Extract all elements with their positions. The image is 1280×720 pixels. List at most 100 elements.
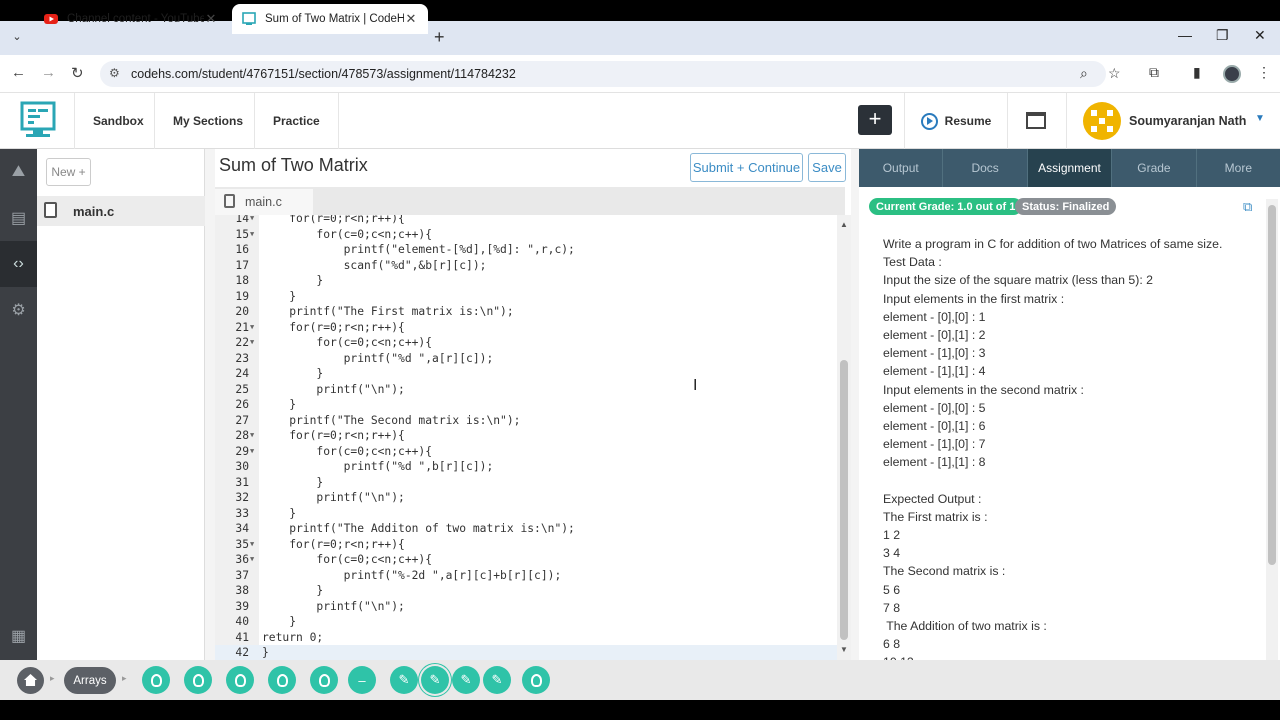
code-line[interactable]: 41 return 0; (215, 630, 837, 646)
assignment-scrollbar[interactable] (1266, 199, 1278, 660)
code-line[interactable]: 32 printf("\n"); (215, 490, 837, 506)
nav-my-sections[interactable]: My Sections (154, 93, 261, 149)
create-plus-button[interactable]: + (858, 105, 892, 135)
restore-icon[interactable]: ❐ (1216, 27, 1229, 44)
code-line[interactable]: 16 printf("element-[%d],[%d]: ",r,c); (215, 242, 837, 258)
site-settings-icon[interactable]: ⚙ (109, 66, 120, 80)
code-line[interactable]: 19 } (215, 289, 837, 305)
bookmark-star-icon[interactable]: ☆ (1108, 65, 1121, 82)
file-item-main-c[interactable]: main.c (37, 196, 205, 226)
code-line[interactable]: 35 ▼ for(r=0;r<n;r++){ (215, 537, 837, 553)
code-line[interactable]: 29 ▼ for(c=0;c<n;c++){ (215, 444, 837, 460)
code-line[interactable]: 23 printf("%d ",a[r][c]); (215, 351, 837, 367)
code-line[interactable]: 39 printf("\n"); (215, 599, 837, 615)
code-line[interactable]: 31 } (215, 475, 837, 491)
lesson-item[interactable] (226, 666, 254, 694)
code-line[interactable]: 17 scanf("%d",&b[r][c]); (215, 258, 837, 274)
layout-toggle-button[interactable] (1007, 93, 1067, 149)
menu-kebab-icon[interactable]: ⋮ (1257, 64, 1271, 81)
side-panel-icon[interactable]: ▮ (1193, 64, 1201, 81)
code-line[interactable]: 18 } (215, 273, 837, 289)
minimize-icon[interactable]: — (1178, 27, 1192, 43)
tab-docs[interactable]: Docs (943, 149, 1028, 187)
code-editor[interactable]: 14 ▼ for(r=0;r<n;r++){15 ▼ for(c=0;c<n;c++… (215, 215, 837, 660)
user-name[interactable]: Soumyaranjan Nath (1129, 114, 1246, 128)
code-line[interactable]: 38 } (215, 583, 837, 599)
lesson-item[interactable] (184, 666, 212, 694)
lesson-item[interactable]: ✎ (390, 666, 418, 694)
panel-resizer[interactable] (205, 149, 215, 660)
scroll-down-icon[interactable]: ▼ (840, 645, 848, 654)
code-line[interactable]: 37 printf("%-2d ",a[r][c]+b[r][c]); (215, 568, 837, 584)
editor-scrollbar[interactable]: ▲ ▼ (837, 215, 851, 660)
code-line[interactable]: 27 printf("The Second matrix is:\n"); (215, 413, 837, 429)
back-icon[interactable]: ← (11, 64, 26, 81)
fold-arrow-icon[interactable]: ▼ (250, 444, 254, 460)
code-line[interactable]: 24 } (215, 366, 837, 382)
fold-arrow-icon[interactable]: ▼ (250, 320, 254, 336)
code-line[interactable]: 20 printf("The First matrix is:\n"); (215, 304, 837, 320)
nav-practice[interactable]: Practice (254, 93, 339, 149)
tab-close-icon[interactable]: ✕ (204, 11, 218, 27)
external-link-icon[interactable]: ⧉ (1243, 199, 1252, 215)
code-line[interactable]: 21 ▼ for(r=0;r<n;r++){ (215, 320, 837, 336)
nav-sandbox[interactable]: Sandbox (74, 93, 162, 149)
save-button[interactable]: Save (808, 153, 846, 182)
zoom-icon[interactable]: ⌕ (1080, 65, 1088, 82)
new-tab-icon[interactable]: + (434, 27, 445, 48)
chevron-down-icon[interactable]: ▼ (1255, 113, 1265, 124)
scroll-up-icon[interactable]: ▲ (840, 220, 848, 229)
fold-arrow-icon[interactable]: ▼ (250, 215, 254, 227)
code-line[interactable]: 36 ▼ for(c=0;c<n;c++){ (215, 552, 837, 568)
profile-avatar[interactable] (1223, 65, 1241, 83)
url-field[interactable]: ⚙ codehs.com/student/4767151/section/478… (100, 61, 1121, 87)
code-line[interactable]: 33 } (215, 506, 837, 522)
tab-close-icon[interactable]: ✕ (404, 11, 418, 27)
code-line[interactable]: 26 } (215, 397, 837, 413)
browser-tab-youtube[interactable]: Channel content - YouTube Stu ✕ (34, 4, 228, 34)
fold-arrow-icon[interactable]: ▼ (250, 552, 254, 568)
scrollbar-thumb[interactable] (1268, 205, 1276, 565)
calendar-icon[interactable]: ▤ (0, 195, 37, 241)
code-line[interactable]: 15 ▼ for(c=0;c<n;c++){ (215, 227, 837, 243)
code-line[interactable]: 14 ▼ for(r=0;r<n;r++){ (215, 215, 837, 227)
lesson-item[interactable]: ✎ (483, 666, 511, 694)
code-editor-icon[interactable]: ‹› (0, 241, 37, 287)
code-line[interactable]: 42} (215, 645, 837, 660)
lesson-item[interactable]: – (348, 666, 376, 694)
fold-arrow-icon[interactable]: ▼ (250, 227, 254, 243)
fold-arrow-icon[interactable]: ▼ (250, 335, 254, 351)
editor-file-tab[interactable]: main.c (215, 189, 313, 215)
codehs-logo[interactable] (20, 100, 56, 140)
avatar[interactable] (1083, 102, 1121, 140)
panel-toggle-icon[interactable]: ▦ (0, 613, 37, 659)
close-window-icon[interactable]: ✕ (1254, 27, 1266, 44)
gear-icon[interactable]: ⚙ (0, 287, 37, 333)
lesson-item[interactable] (310, 666, 338, 694)
new-file-button[interactable]: New + (46, 158, 91, 186)
fold-arrow-icon[interactable]: ▼ (250, 428, 254, 444)
lesson-item[interactable] (268, 666, 296, 694)
map-icon[interactable]: ⛰ (0, 149, 37, 195)
fold-arrow-icon[interactable]: ▼ (250, 537, 254, 553)
code-line[interactable]: 30 printf("%d ",b[r][c]); (215, 459, 837, 475)
tab-output[interactable]: Output (859, 149, 944, 187)
lesson-item[interactable]: ✎ (421, 666, 449, 694)
code-line[interactable]: 40 } (215, 614, 837, 630)
resume-button[interactable]: Resume (904, 93, 1007, 149)
code-line[interactable]: 22 ▼ for(c=0;c<n;c++){ (215, 335, 837, 351)
tab-search-icon[interactable]: ⌄ (8, 30, 26, 48)
home-icon[interactable] (17, 667, 44, 694)
reload-icon[interactable]: ↻ (71, 64, 84, 82)
scrollbar-thumb[interactable] (840, 360, 848, 640)
lesson-item[interactable] (522, 666, 550, 694)
tab-assignment[interactable]: Assignment (1027, 149, 1113, 187)
panel-resizer[interactable] (851, 149, 859, 660)
tab-more[interactable]: More (1197, 149, 1280, 187)
forward-icon[interactable]: → (41, 64, 56, 81)
submit-continue-button[interactable]: Submit + Continue (690, 153, 803, 182)
code-line[interactable]: 28 ▼ for(r=0;r<n;r++){ (215, 428, 837, 444)
browser-tab-codehs[interactable]: Sum of Two Matrix | CodeHS ✕ (232, 4, 428, 34)
tab-grade[interactable]: Grade (1112, 149, 1197, 187)
code-lines[interactable]: 14 ▼ for(r=0;r<n;r++){15 ▼ for(c=0;c<n;c++… (215, 215, 837, 660)
